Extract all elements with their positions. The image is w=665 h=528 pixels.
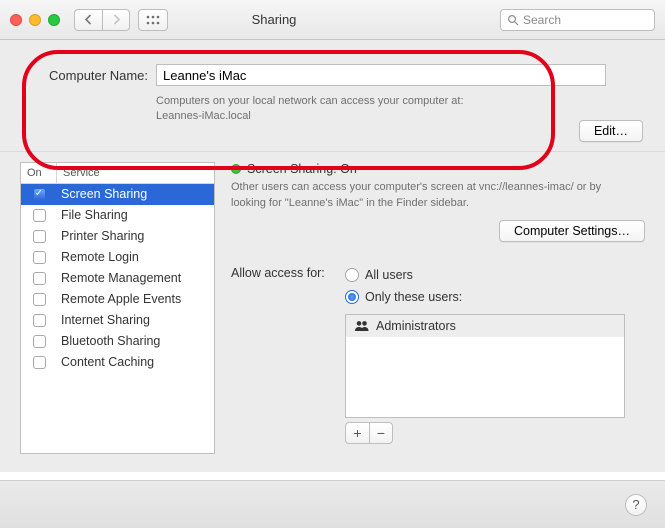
edit-button[interactable]: Edit…: [579, 120, 643, 142]
computer-name-desc: Computers on your local network can acce…: [156, 94, 516, 125]
window-title: Sharing: [56, 12, 492, 27]
service-row[interactable]: Internet Sharing: [21, 310, 214, 331]
service-label: Remote Management: [57, 271, 214, 285]
service-label: Screen Sharing: [57, 187, 214, 201]
search-field[interactable]: Search: [500, 9, 655, 31]
add-user-button[interactable]: +: [345, 422, 369, 444]
computer-name-input[interactable]: [156, 64, 606, 86]
status-indicator-icon: [231, 164, 241, 174]
service-checkbox[interactable]: [33, 293, 46, 306]
search-icon: [507, 14, 519, 26]
service-row[interactable]: Bluetooth Sharing: [21, 331, 214, 352]
services-header: On Service: [21, 163, 214, 184]
service-row[interactable]: Remote Management: [21, 268, 214, 289]
radio-all-users[interactable]: All users: [345, 264, 645, 286]
service-label: Content Caching: [57, 355, 214, 369]
column-on[interactable]: On: [21, 163, 57, 183]
radio-only-users[interactable]: Only these users:: [345, 286, 645, 308]
user-label: Administrators: [376, 319, 456, 333]
service-row[interactable]: Printer Sharing: [21, 226, 214, 247]
service-label: Printer Sharing: [57, 229, 214, 243]
service-label: File Sharing: [57, 208, 214, 222]
status-desc: Other users can access your computer's s…: [231, 180, 631, 212]
radio-icon: [345, 290, 359, 304]
user-row: Administrators: [346, 315, 624, 337]
minimize-window[interactable]: [29, 14, 41, 26]
service-row[interactable]: Screen Sharing: [21, 184, 214, 205]
service-row[interactable]: Remote Login: [21, 247, 214, 268]
computer-name-section: Computer Name: Computers on your local n…: [0, 40, 665, 152]
service-checkbox[interactable]: [33, 314, 46, 327]
service-row[interactable]: Content Caching: [21, 352, 214, 373]
help-button[interactable]: ?: [625, 494, 647, 516]
radio-icon: [345, 268, 359, 282]
service-label: Bluetooth Sharing: [57, 334, 214, 348]
users-list[interactable]: Administrators: [345, 314, 625, 418]
service-checkbox[interactable]: [33, 251, 46, 264]
main-area: On Service Screen Sharing File Sharing Pri…: [0, 152, 665, 472]
status-title: Screen Sharing: On: [247, 162, 357, 176]
service-label: Remote Apple Events: [57, 292, 214, 306]
services-table: On Service Screen Sharing File Sharing Pri…: [20, 162, 215, 454]
search-placeholder: Search: [523, 13, 561, 27]
window-controls: [10, 14, 60, 26]
service-checkbox[interactable]: [33, 335, 46, 348]
service-checkbox[interactable]: [33, 230, 46, 243]
service-checkbox[interactable]: [33, 209, 46, 222]
service-checkbox[interactable]: [33, 188, 46, 201]
column-service[interactable]: Service: [57, 163, 214, 183]
service-detail: Screen Sharing: On Other users can acces…: [231, 162, 645, 454]
service-checkbox[interactable]: [33, 356, 46, 369]
close-window[interactable]: [10, 14, 22, 26]
computer-name-label: Computer Name:: [20, 68, 148, 83]
computer-settings-button[interactable]: Computer Settings…: [499, 220, 645, 242]
service-row[interactable]: File Sharing: [21, 205, 214, 226]
service-label: Remote Login: [57, 250, 214, 264]
remove-user-button[interactable]: −: [369, 422, 393, 444]
service-label: Internet Sharing: [57, 313, 214, 327]
titlebar: Sharing Search: [0, 0, 665, 40]
service-checkbox[interactable]: [33, 272, 46, 285]
group-icon: [354, 320, 370, 332]
access-label: Allow access for:: [231, 264, 335, 280]
services-list[interactable]: Screen Sharing File Sharing Printer Sharin…: [21, 184, 214, 453]
footer: ?: [0, 480, 665, 528]
service-row[interactable]: Remote Apple Events: [21, 289, 214, 310]
